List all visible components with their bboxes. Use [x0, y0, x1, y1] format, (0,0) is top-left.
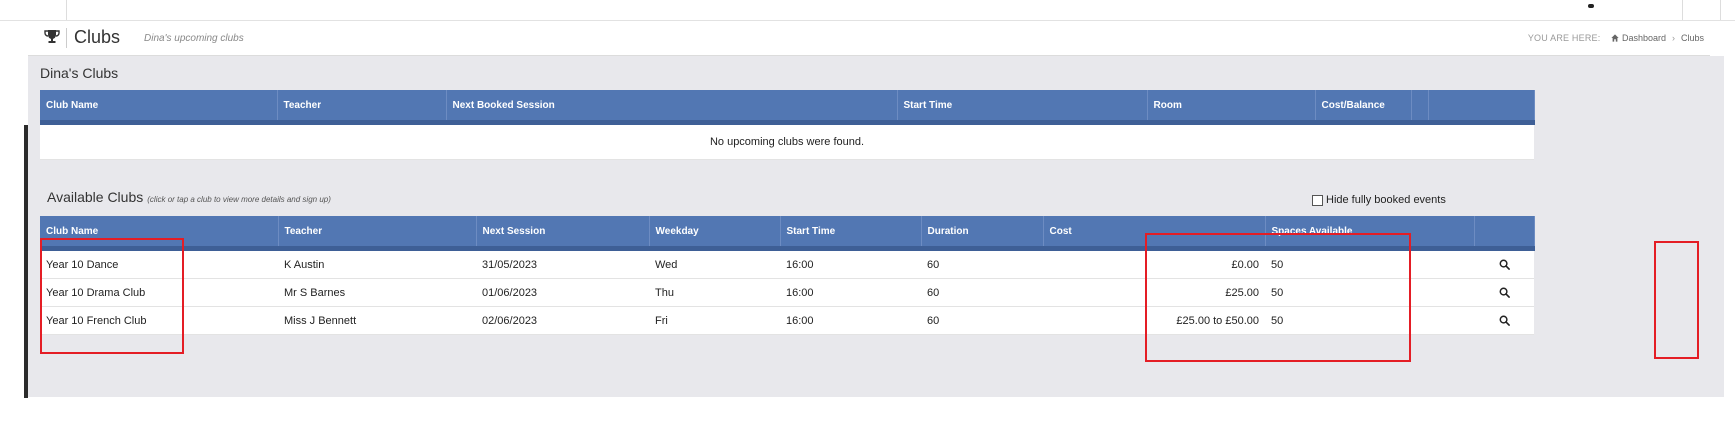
empty-message: No upcoming clubs were found.	[40, 122, 1534, 160]
column-header[interactable]: Room	[1147, 90, 1316, 125]
club-next-session: 31/05/2023	[476, 248, 649, 279]
column-header[interactable]: Cost	[1043, 216, 1266, 251]
page-title: Clubs	[74, 27, 121, 47]
my-clubs-title: Dina's Clubs	[40, 65, 119, 81]
club-spaces: 50	[1265, 278, 1474, 307]
breadcrumb-separator: ›	[1671, 33, 1675, 43]
top-toolbar-strip	[0, 0, 1735, 21]
available-clubs-heading: Available Clubs (click or tap a club to v…	[47, 189, 331, 205]
club-name[interactable]: Year 10 French Club	[40, 306, 278, 335]
column-header[interactable]: Club Name	[40, 216, 279, 251]
home-icon	[1611, 34, 1619, 42]
column-header	[1474, 216, 1535, 251]
club-teacher: Mr S Barnes	[278, 278, 476, 307]
column-header[interactable]: Duration	[921, 216, 1044, 251]
breadcrumb: YOU ARE HERE: Dashboard › Clubs	[1528, 33, 1704, 43]
column-header[interactable]: Cost/Balance	[1315, 90, 1412, 125]
column-header[interactable]: Next Booked Session	[446, 90, 898, 125]
column-header	[1411, 90, 1429, 125]
row-action[interactable]	[1474, 248, 1534, 279]
table-row: No upcoming clubs were found.	[40, 122, 1534, 160]
my-clubs-table: Club Name Teacher Next Booked Session St…	[40, 90, 1535, 160]
club-cost: £25.00	[1043, 278, 1265, 307]
column-header[interactable]: Start Time	[897, 90, 1148, 125]
club-next-session: 02/06/2023	[476, 306, 649, 335]
available-clubs-title: Available Clubs	[47, 189, 144, 205]
toolbar-divider	[1682, 0, 1683, 20]
breadcrumb-current: Clubs	[1680, 33, 1704, 43]
available-clubs-hint: (click or tap a club to view more detail…	[147, 195, 331, 204]
table-row[interactable]: Year 10 Dance K Austin 31/05/2023 Wed 16…	[40, 248, 1534, 279]
column-header[interactable]: Next Session	[476, 216, 650, 251]
column-header[interactable]: Spaces Available	[1265, 216, 1475, 251]
club-name[interactable]: Year 10 Dance	[40, 248, 278, 279]
column-header[interactable]: Weekday	[649, 216, 781, 251]
search-icon[interactable]	[1499, 259, 1510, 270]
search-icon[interactable]	[1499, 287, 1510, 298]
club-teacher: Miss J Bennett	[278, 306, 476, 335]
club-start-time: 16:00	[780, 306, 921, 335]
column-header[interactable]: Teacher	[278, 216, 477, 251]
available-clubs-table: Club Name Teacher Next Session Weekday S…	[40, 216, 1535, 335]
table-row[interactable]: Year 10 Drama Club Mr S Barnes 01/06/202…	[40, 278, 1534, 307]
page-header: Clubs Dina's upcoming clubs YOU ARE HERE…	[28, 21, 1710, 56]
club-cost: £0.00	[1043, 248, 1265, 279]
club-weekday: Fri	[649, 306, 780, 335]
header-separator	[66, 28, 67, 48]
toolbar-indicator	[1588, 4, 1594, 8]
column-header[interactable]: Start Time	[780, 216, 922, 251]
club-start-time: 16:00	[780, 278, 921, 307]
search-icon[interactable]	[1499, 315, 1510, 326]
breadcrumb-link-dashboard[interactable]: Dashboard	[1622, 33, 1666, 43]
content-panel: Dina's Clubs Club Name Teacher Next Book…	[28, 56, 1724, 397]
page-subtitle: Dina's upcoming clubs	[144, 33, 244, 44]
table-row[interactable]: Year 10 French Club Miss J Bennett 02/06…	[40, 306, 1534, 335]
club-duration: 60	[921, 306, 1043, 335]
club-teacher: K Austin	[278, 248, 476, 279]
toolbar-divider	[66, 0, 67, 20]
row-action[interactable]	[1474, 306, 1534, 335]
breadcrumb-label: YOU ARE HERE:	[1527, 33, 1601, 43]
club-duration: 60	[921, 248, 1043, 279]
hide-fully-booked-toggle[interactable]: Hide fully booked events	[1312, 194, 1446, 206]
column-header	[1428, 90, 1535, 125]
club-spaces: 50	[1265, 248, 1474, 279]
column-header[interactable]: Club Name	[40, 90, 278, 125]
table-header-row: Club Name Teacher Next Booked Session St…	[40, 90, 1535, 125]
club-next-session: 01/06/2023	[476, 278, 649, 307]
club-cost: £25.00 to £50.00	[1043, 306, 1265, 335]
column-header[interactable]: Teacher	[277, 90, 447, 125]
row-action[interactable]	[1474, 278, 1534, 307]
club-weekday: Wed	[649, 248, 780, 279]
club-weekday: Thu	[649, 278, 780, 307]
hide-fully-booked-label[interactable]: Hide fully booked events	[1326, 194, 1446, 206]
club-duration: 60	[921, 278, 1043, 307]
toolbar-divider	[1720, 0, 1721, 20]
table-header-row: Club Name Teacher Next Session Weekday S…	[40, 216, 1535, 251]
trophy-icon	[44, 30, 60, 43]
hide-fully-booked-checkbox[interactable]	[1312, 194, 1323, 206]
club-name[interactable]: Year 10 Drama Club	[40, 278, 278, 307]
club-start-time: 16:00	[780, 248, 921, 279]
club-spaces: 50	[1265, 306, 1474, 335]
